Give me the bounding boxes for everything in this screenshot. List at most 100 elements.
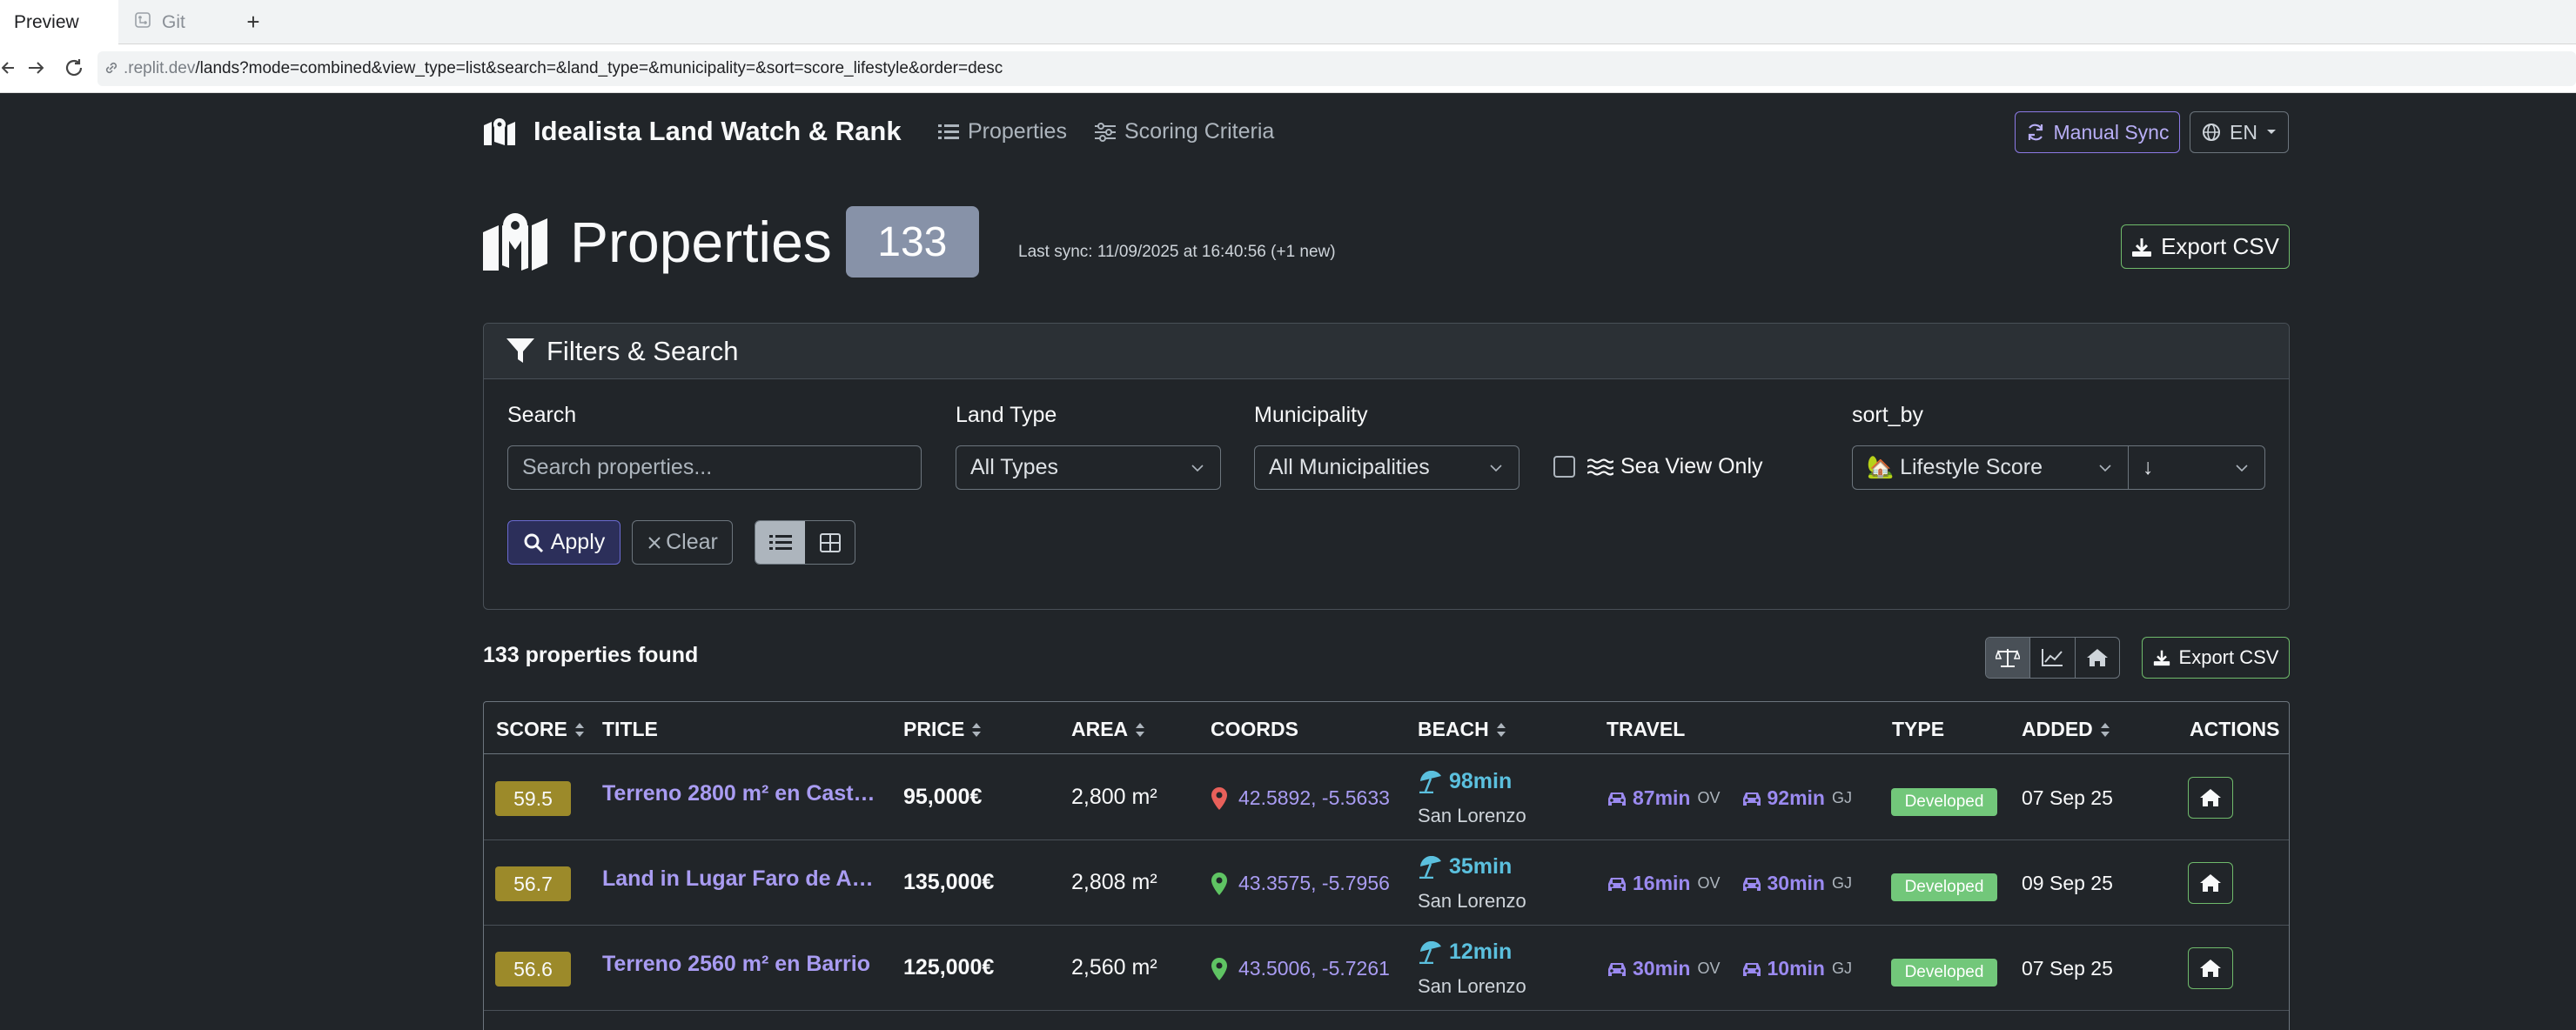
sea-view-toggle[interactable]: Sea View Only [1553,454,1763,479]
globe-icon [2203,124,2221,141]
land-type-select[interactable]: All Types [956,445,1221,490]
clear-button[interactable]: Clear [632,520,733,565]
manual-sync-button[interactable]: Manual Sync [2015,111,2180,153]
car-icon [1742,792,1761,806]
beach-name: San Lorenzo [1418,975,1526,997]
col-beach[interactable]: BEACH [1418,718,1506,741]
col-price-label: PRICE [903,718,965,740]
travel-gj-time: 30min [1767,872,1825,894]
list-icon [938,124,959,139]
sort-icon [1136,722,1145,737]
travel-times: 30min OV 10min GJ [1607,957,1873,980]
sliders-icon [1095,122,1116,142]
home-icon [2200,960,2221,977]
search-icon [524,533,543,552]
table-row[interactable]: 56.6 Terreno 2560 m² en Barrio 125,000€ … [484,926,2289,1011]
land-type-label: Land Type [956,403,1057,427]
sea-view-label: Sea View Only [1620,454,1763,478]
download-icon [2132,237,2152,257]
coords-link[interactable]: 43.5006, -5.7261 [1211,957,1390,980]
export-csv-button-secondary[interactable]: Export CSV [2142,637,2290,679]
clear-label: Clear [666,530,718,554]
filters-title: Filters & Search [547,335,739,366]
new-tab-button[interactable]: + [235,3,272,40]
link-icon [103,59,120,82]
home-icon [2200,789,2221,806]
brand[interactable]: Idealista Land Watch & Rank [483,116,902,147]
search-input[interactable]: Search properties... [507,445,922,490]
sort-order-select[interactable]: ↓ [2128,445,2265,490]
apply-label: Apply [550,530,606,554]
tab-preview[interactable]: Preview [0,0,118,44]
col-price[interactable]: PRICE [903,718,982,741]
grid-icon [819,532,841,552]
car-icon [1608,877,1626,891]
forward-icon[interactable] [26,57,47,85]
beach-time: 35min [1418,854,1512,880]
sort-icon [1496,722,1506,737]
tab-preview-label: Preview [14,11,79,32]
coords-link[interactable]: 43.3575, -5.7956 [1211,872,1390,895]
property-title-link[interactable]: Terreno 2800 m² en Castrillón [602,781,881,806]
col-coords: COORDS [1211,718,1298,741]
col-travel: TRAVEL [1607,718,1685,741]
property-title-link[interactable]: Land in Lugar Faro de Arriba [602,866,881,892]
chevron-down-icon [2099,465,2111,472]
reload-icon[interactable] [63,57,85,85]
municipality-select[interactable]: All Municipalities [1254,445,1519,490]
view-property-button[interactable] [2188,777,2233,819]
col-title: TITLE [602,718,658,741]
page-heading: Properties 133 [483,206,979,278]
table-row[interactable]: 59.5 Terreno 2800 m² en Castrillón 95,00… [484,755,2289,840]
nav-scoring-criteria[interactable]: Scoring Criteria [1095,119,1274,144]
filters-header: Filters & Search [484,324,2289,379]
coords-link[interactable]: 42.5892, -5.5633 [1211,786,1390,810]
car-icon [1608,792,1626,806]
url-host: .replit.dev [124,59,196,77]
sort-by-label: sort_by [1852,403,1923,427]
col-score[interactable]: SCORE [496,718,585,741]
list-view-button[interactable] [755,521,805,564]
map-pin-icon [1211,786,1227,810]
beach-name: San Lorenzo [1418,805,1526,826]
language-dropdown[interactable]: EN [2190,111,2289,153]
sort-by-select[interactable]: 🏡 Lifestyle Score [1852,445,2129,490]
view-property-button[interactable] [2188,862,2233,904]
sort-icon [574,722,584,737]
col-type-label: TYPE [1892,718,1945,740]
chart-button[interactable] [2030,638,2076,678]
umbrella-beach-icon [1419,940,1441,964]
col-coords-label: COORDS [1211,718,1298,740]
sort-icon [2100,722,2110,737]
export-csv-button[interactable]: Export CSV [2121,224,2290,269]
sea-view-checkbox[interactable] [1553,456,1575,478]
travel-ov-label: OV [1697,789,1721,806]
area: 2,808 m² [1071,870,1157,894]
grid-view-button[interactable] [805,521,855,564]
table-row[interactable]: 56.7 Land in Lugar Faro de Arriba 135,00… [484,840,2289,926]
col-score-label: SCORE [496,718,567,740]
col-added[interactable]: ADDED [2022,718,2110,741]
col-area[interactable]: AREA [1071,718,1145,741]
home-button[interactable] [2076,638,2119,678]
property-title-link[interactable]: Terreno 2560 m² en Barrio [602,952,881,977]
apply-button[interactable]: Apply [507,520,621,565]
area: 2,800 m² [1071,785,1157,809]
nav-properties[interactable]: Properties [938,119,1067,144]
export-csv-label: Export CSV [2178,646,2279,668]
score-badge: 56.7 [495,866,571,901]
url-field[interactable]: .replit.dev/lands?mode=combined&view_typ… [97,51,2576,86]
col-type: TYPE [1892,718,1944,741]
beach-time: 98min [1418,769,1512,794]
view-property-button[interactable] [2188,947,2233,989]
nav-scoring-label: Scoring Criteria [1124,119,1275,144]
compare-button[interactable] [1986,638,2031,678]
tab-git-label: Git [162,11,185,32]
download-icon [2153,650,2170,666]
travel-times: 16min OV 30min GJ [1607,872,1873,895]
tab-git[interactable]: Git [122,0,235,44]
table-header: SCORE TITLE PRICE AREA COORDS BEACH TRAV… [484,702,2289,754]
back-icon[interactable] [1,57,19,85]
last-sync-text: Last sync: 11/09/2025 at 16:40:56 (+1 ne… [1018,243,1336,261]
col-title-label: TITLE [602,718,658,740]
